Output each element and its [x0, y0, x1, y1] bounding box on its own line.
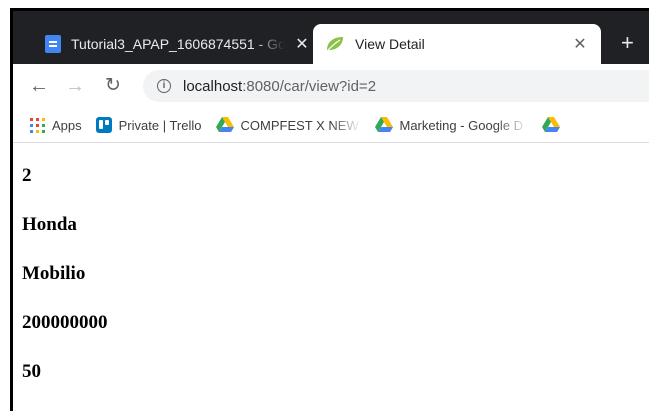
bookmark-label: COMPFEST X NEW - G: [240, 117, 361, 133]
close-icon[interactable]: ✕: [571, 34, 589, 54]
url-path: :8080/car/view?id=2: [242, 77, 377, 95]
browser-toolbar: ← → ↻ i localhost:8080/car/view?id=2: [13, 64, 649, 108]
address-bar[interactable]: i localhost:8080/car/view?id=2: [143, 70, 649, 102]
car-id: 2: [22, 165, 32, 186]
reload-icon[interactable]: ↻: [101, 74, 125, 98]
car-brand: Honda: [22, 214, 77, 235]
forward-arrow-icon[interactable]: →: [63, 74, 87, 98]
apps-grid-icon: [30, 117, 45, 133]
info-icon[interactable]: i: [157, 79, 171, 93]
tab-strip: Tutorial3_APAP_1606874551 - Go ✕ View De…: [13, 11, 649, 64]
google-drive-icon: [541, 117, 560, 132]
close-icon[interactable]: ✕: [293, 34, 311, 54]
bookmark-marketing[interactable]: Marketing - Google D: [374, 117, 528, 133]
bookmark-trello[interactable]: Private | Trello: [95, 117, 202, 133]
car-type: Mobilio: [22, 263, 86, 284]
bookmark-compfest[interactable]: COMPFEST X NEW - G: [215, 117, 361, 133]
car-detail: 2 Honda Mobilio 200000000 50: [22, 158, 108, 403]
tab-title: View Detail: [355, 36, 425, 52]
bookmark-apps[interactable]: Apps: [30, 117, 82, 133]
google-drive-icon: [374, 117, 393, 132]
bookmark-label: Private | Trello: [118, 117, 202, 133]
url-host: localhost: [183, 77, 243, 95]
tab-tutorial3-doc[interactable]: Tutorial3_APAP_1606874551 - Go ✕: [33, 24, 323, 64]
car-price: 200000000: [22, 312, 108, 333]
trello-icon: [95, 117, 112, 133]
screenshot-margin: [0, 0, 649, 8]
google-drive-icon: [215, 117, 234, 132]
car-amount: 50: [22, 361, 41, 382]
bookmarks-bar: Apps Private | Trello COMPFEST X NEW - G…: [13, 108, 649, 143]
bookmark-overflow-drive[interactable]: [541, 117, 560, 133]
bookmark-label: Marketing - Google D: [399, 117, 524, 133]
back-arrow-icon[interactable]: ←: [27, 74, 51, 98]
bookmark-label: Apps: [52, 117, 82, 133]
tab-view-detail[interactable]: View Detail ✕: [313, 24, 601, 64]
tab-title: Tutorial3_APAP_1606874551 - Go: [71, 36, 285, 52]
spring-leaf-icon: [327, 37, 343, 51]
google-docs-icon: [45, 35, 61, 53]
new-tab-button[interactable]: +: [621, 32, 634, 54]
